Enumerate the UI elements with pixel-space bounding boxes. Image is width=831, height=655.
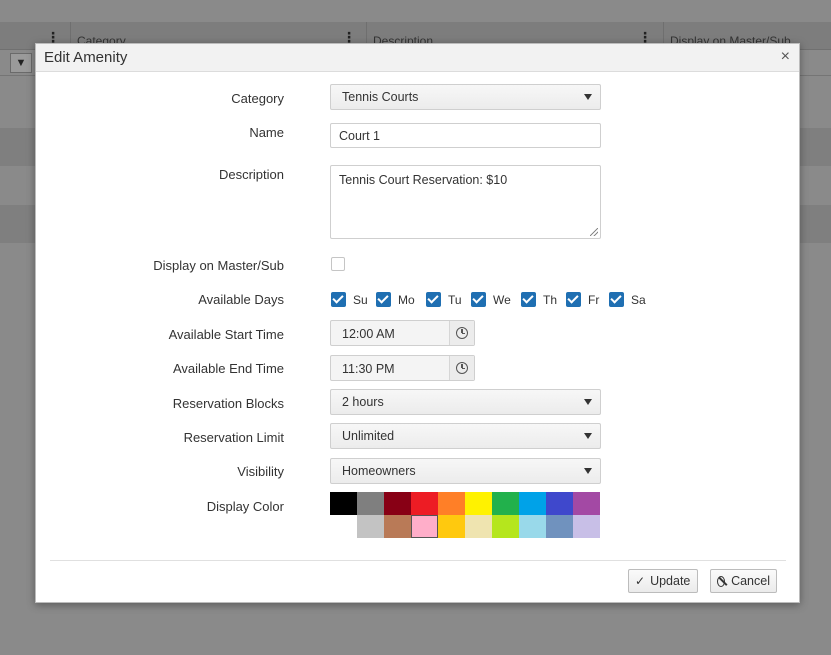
dialog-titlebar: Edit Amenity × bbox=[36, 44, 799, 72]
day-checkbox-su[interactable]: Su bbox=[331, 292, 368, 307]
visibility-label: Visibility bbox=[237, 464, 284, 479]
chevron-down-icon bbox=[584, 433, 592, 439]
name-input[interactable]: Court 1 bbox=[330, 123, 601, 148]
day-checkbox-tu[interactable]: Tu bbox=[426, 292, 462, 307]
update-button[interactable]: ✓ Update bbox=[628, 569, 698, 593]
column-menu-icon: ⋮ bbox=[46, 29, 60, 45]
category-select-value: Tennis Courts bbox=[342, 90, 419, 104]
visibility-value: Homeowners bbox=[342, 464, 416, 478]
color-swatch[interactable] bbox=[546, 492, 573, 515]
reservation-limit-select[interactable]: Unlimited bbox=[330, 423, 601, 449]
end-time-button[interactable] bbox=[449, 356, 474, 380]
color-swatch[interactable] bbox=[384, 492, 411, 515]
clock-icon bbox=[456, 327, 468, 339]
color-swatch[interactable] bbox=[438, 492, 465, 515]
start-time-label: Available Start Time bbox=[168, 327, 284, 342]
chevron-down-icon bbox=[584, 468, 592, 474]
available-days-label: Available Days bbox=[198, 292, 284, 307]
color-swatch[interactable] bbox=[357, 515, 384, 538]
column-menu-icon: ⋮ bbox=[342, 29, 356, 45]
end-time-label: Available End Time bbox=[172, 361, 284, 376]
day-checkbox-th[interactable]: Th bbox=[521, 292, 557, 307]
edit-amenity-dialog: Edit Amenity × Category Tennis Courts Na… bbox=[35, 43, 800, 603]
color-swatch[interactable] bbox=[411, 492, 438, 515]
color-palette bbox=[330, 492, 601, 538]
day-checkbox-sa[interactable]: Sa bbox=[609, 292, 646, 307]
reservation-limit-label: Reservation Limit bbox=[183, 430, 284, 445]
cancel-button-label: Cancel bbox=[731, 574, 770, 588]
cancel-icon bbox=[717, 575, 726, 587]
color-swatch[interactable] bbox=[411, 515, 438, 538]
description-textarea[interactable]: Tennis Court Reservation: $10 bbox=[330, 165, 601, 239]
day-checkbox-fr[interactable]: Fr bbox=[566, 292, 599, 307]
color-swatch[interactable] bbox=[492, 515, 519, 538]
clock-icon bbox=[456, 362, 468, 374]
end-time-value: 11:30 PM bbox=[342, 362, 395, 376]
chevron-down-icon bbox=[584, 399, 592, 405]
description-value: Tennis Court Reservation: $10 bbox=[339, 173, 508, 187]
color-swatch[interactable] bbox=[465, 515, 492, 538]
color-swatch[interactable] bbox=[465, 492, 492, 515]
start-time-picker[interactable]: 12:00 AM bbox=[330, 320, 475, 346]
color-swatch[interactable] bbox=[357, 492, 384, 515]
resize-handle-icon[interactable] bbox=[590, 228, 598, 236]
checkmark-icon: ✓ bbox=[635, 574, 646, 588]
visibility-select[interactable]: Homeowners bbox=[330, 458, 601, 484]
category-select[interactable]: Tennis Courts bbox=[330, 84, 601, 110]
checkbox-checked-icon bbox=[426, 292, 441, 307]
description-label: Description bbox=[218, 167, 284, 182]
day-checkbox-mo[interactable]: Mo bbox=[376, 292, 415, 307]
display-master-sub-label: Display on Master/Sub bbox=[153, 258, 284, 273]
color-swatch[interactable] bbox=[330, 515, 357, 538]
start-time-button[interactable] bbox=[449, 321, 474, 345]
color-swatch[interactable] bbox=[573, 515, 600, 538]
name-label: Name bbox=[249, 125, 284, 140]
start-time-value: 12:00 AM bbox=[342, 327, 395, 341]
color-swatch[interactable] bbox=[546, 515, 573, 538]
column-menu-icon: ⋮ bbox=[638, 29, 652, 45]
color-swatch[interactable] bbox=[330, 492, 357, 515]
checkbox-checked-icon bbox=[566, 292, 581, 307]
checkbox-checked-icon bbox=[521, 292, 536, 307]
close-icon[interactable]: × bbox=[781, 49, 790, 65]
display-master-sub-checkbox[interactable] bbox=[331, 257, 345, 271]
chevron-down-icon bbox=[584, 94, 592, 100]
filter-icon: ▼ bbox=[10, 53, 32, 73]
checkbox-checked-icon bbox=[609, 292, 624, 307]
update-button-label: Update bbox=[650, 574, 691, 588]
cancel-button[interactable]: Cancel bbox=[710, 569, 777, 593]
day-checkbox-we[interactable]: We bbox=[471, 292, 511, 307]
footer-divider bbox=[50, 560, 786, 561]
reservation-blocks-select[interactable]: 2 hours bbox=[330, 389, 601, 415]
color-swatch[interactable] bbox=[438, 515, 465, 538]
color-swatch[interactable] bbox=[519, 515, 546, 538]
end-time-picker[interactable]: 11:30 PM bbox=[330, 355, 475, 381]
display-color-label: Display Color bbox=[206, 499, 284, 514]
dialog-title: Edit Amenity bbox=[44, 49, 128, 66]
reservation-blocks-label: Reservation Blocks bbox=[172, 396, 284, 411]
checkbox-checked-icon bbox=[471, 292, 486, 307]
color-swatch[interactable] bbox=[492, 492, 519, 515]
category-label: Category bbox=[231, 91, 284, 106]
checkbox-checked-icon bbox=[376, 292, 391, 307]
checkbox-checked-icon bbox=[331, 292, 346, 307]
reservation-limit-value: Unlimited bbox=[342, 429, 395, 443]
color-swatch[interactable] bbox=[519, 492, 546, 515]
color-swatch[interactable] bbox=[573, 492, 600, 515]
color-swatch[interactable] bbox=[384, 515, 411, 538]
reservation-blocks-value: 2 hours bbox=[342, 395, 384, 409]
